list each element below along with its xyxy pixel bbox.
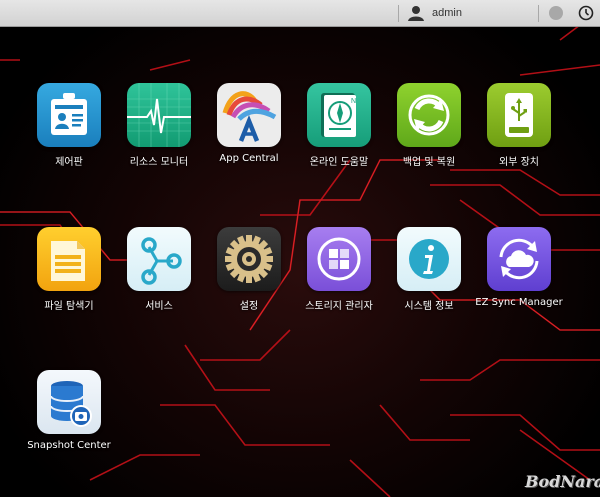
backup-restore-arrows-icon — [397, 83, 461, 147]
app-control-panel[interactable]: 제어판 — [24, 83, 114, 168]
control-panel-id-card-icon — [37, 83, 101, 147]
desktop: admin 제어판 리소스 모니터 App Central N 온라인 도움말 … — [0, 0, 600, 497]
app-label: 파일 탐색기 — [44, 301, 94, 312]
user-name[interactable]: admin — [432, 7, 462, 19]
user-icon[interactable] — [407, 4, 425, 27]
app-label: 시스템 정보 — [404, 301, 454, 312]
app-central-icon — [217, 83, 281, 147]
app-snapshot-center[interactable]: Snapshot Center — [24, 370, 114, 451]
external-device-usb-icon — [487, 83, 551, 147]
file-explorer-folder-icon — [37, 227, 101, 291]
online-help-compass-book-icon: N — [307, 83, 371, 147]
app-label: 서비스 — [145, 301, 173, 312]
app-label: 온라인 도움말 — [309, 157, 369, 168]
resource-monitor-heartbeat-icon — [127, 83, 191, 147]
app-ez-sync-manager[interactable]: EZ Sync Manager — [474, 227, 564, 308]
app-system-info[interactable]: 시스템 정보 — [384, 227, 474, 312]
app-online-help[interactable]: N 온라인 도움말 — [294, 83, 384, 168]
app-label: 스토리지 관리자 — [305, 301, 373, 312]
app-settings[interactable]: 설정 — [204, 227, 294, 312]
app-storage-manager[interactable]: 스토리지 관리자 — [294, 227, 384, 312]
ez-sync-cloud-icon — [487, 227, 551, 291]
notification-icon[interactable] — [549, 6, 563, 20]
app-label: Snapshot Center — [27, 440, 111, 451]
app-label: 백업 및 복원 — [402, 157, 456, 168]
top-bar-separator — [398, 5, 399, 22]
storage-manager-blocks-icon — [307, 227, 371, 291]
app-label: 외부 장치 — [499, 157, 539, 168]
app-services[interactable]: 서비스 — [114, 227, 204, 312]
power-icon[interactable] — [578, 5, 594, 26]
settings-gear-icon — [217, 227, 281, 291]
watermark-logo: BodNara — [525, 472, 600, 491]
app-backup-restore[interactable]: 백업 및 복원 — [384, 83, 474, 168]
app-app-central[interactable]: App Central — [204, 83, 294, 164]
top-bar: admin — [0, 0, 600, 27]
snapshot-database-camera-icon — [37, 370, 101, 434]
services-network-nodes-icon — [127, 227, 191, 291]
system-info-icon — [397, 227, 461, 291]
app-label: App Central — [219, 153, 279, 164]
app-label: 리소스 모니터 — [129, 157, 189, 168]
app-file-explorer[interactable]: 파일 탐색기 — [24, 227, 114, 312]
svg-text:N: N — [351, 98, 356, 105]
app-label: 제어판 — [55, 157, 83, 168]
app-label: 설정 — [239, 301, 259, 312]
app-external-device[interactable]: 외부 장치 — [474, 83, 564, 168]
top-bar-separator — [538, 5, 539, 22]
app-resource-monitor[interactable]: 리소스 모니터 — [114, 83, 204, 168]
app-label: EZ Sync Manager — [475, 297, 563, 308]
